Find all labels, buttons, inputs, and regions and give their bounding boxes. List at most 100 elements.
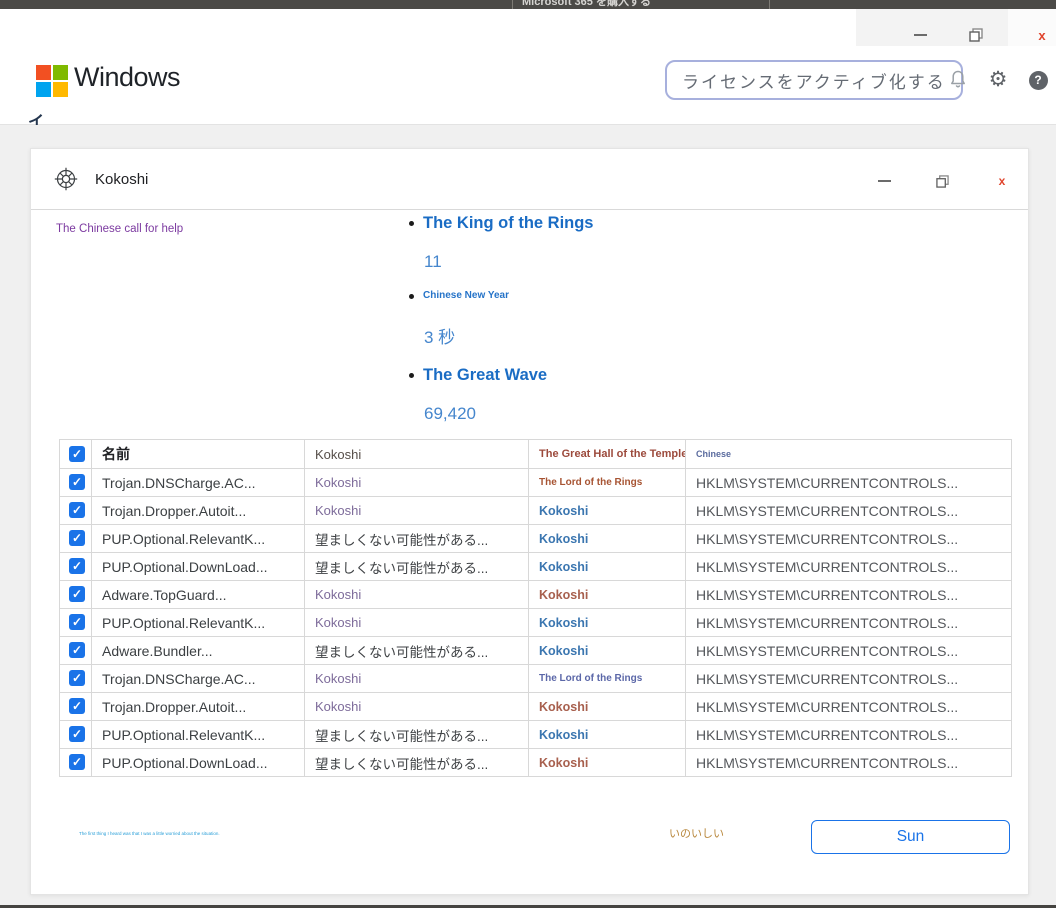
dialog-header: Kokoshi x [31, 149, 1028, 210]
settings-button[interactable]: ⚙ [986, 67, 1010, 91]
registry-path-cell: HKLM\SYSTEM\CURRENTCONTROLS... [686, 469, 1012, 497]
detail-link-cell[interactable]: Kokoshi [529, 637, 686, 665]
help-button[interactable]: ? [1026, 68, 1050, 92]
detail-link-cell[interactable]: Kokoshi [529, 749, 686, 777]
logo-square-yellow [53, 82, 68, 97]
category-cell[interactable]: Kokoshi [305, 497, 529, 525]
threat-name-cell: PUP.Optional.RelevantK... [92, 721, 305, 749]
table-row: ✓Trojan.DNSCharge.AC...KokoshiThe Lord o… [60, 665, 1012, 693]
logo-square-red [36, 65, 51, 80]
row-checkbox[interactable]: ✓ [69, 726, 85, 742]
detail-link-cell[interactable]: Kokoshi [529, 497, 686, 525]
registry-path-cell: HKLM\SYSTEM\CURRENTCONTROLS... [686, 553, 1012, 581]
category-cell[interactable]: Kokoshi [305, 693, 529, 721]
gear-icon: ⚙ [989, 69, 1008, 90]
window-minimize-button[interactable] [907, 23, 933, 47]
table-row: ✓Adware.TopGuard...KokoshiKokoshiHKLM\SY… [60, 581, 1012, 609]
logo-square-blue [36, 82, 51, 97]
dialog-minimize-button[interactable] [871, 169, 897, 193]
close-icon: x [999, 175, 1006, 187]
dialog-title: Kokoshi [95, 171, 148, 188]
notifications-button[interactable] [946, 67, 970, 91]
detail-link-cell[interactable]: Kokoshi [529, 609, 686, 637]
minimize-icon [878, 180, 891, 182]
registry-path-cell: HKLM\SYSTEM\CURRENTCONTROLS... [686, 637, 1012, 665]
threat-name-cell: Trojan.Dropper.Autoit... [92, 693, 305, 721]
detail-link-cell[interactable]: Kokoshi [529, 553, 686, 581]
select-all-checkbox[interactable]: ✓ [69, 446, 85, 462]
stat-item: Chinese New Year 3 秒 [409, 289, 594, 365]
bell-icon [948, 69, 968, 89]
row-checkbox[interactable]: ✓ [69, 502, 85, 518]
stat-label-link[interactable]: The Great Wave [423, 365, 547, 385]
category-cell[interactable]: Kokoshi [305, 609, 529, 637]
activate-license-button[interactable]: ライセンスをアクティブ化する [665, 60, 963, 100]
stat-label-link[interactable]: Chinese New Year [423, 289, 509, 303]
registry-path-cell: HKLM\SYSTEM\CURRENTCONTROLS... [686, 665, 1012, 693]
table-row: ✓PUP.Optional.RelevantK...望ましくない可能性がある..… [60, 525, 1012, 553]
category-cell: 望ましくない可能性がある... [305, 553, 529, 581]
detail-link-cell[interactable]: Kokoshi [529, 525, 686, 553]
detail-link-cell[interactable]: Kokoshi [529, 693, 686, 721]
help-icon: ? [1029, 71, 1048, 90]
stat-value: 3 秒 [409, 327, 594, 365]
threat-name-cell: PUP.Optional.DownLoad... [92, 553, 305, 581]
window-restore-button[interactable] [963, 23, 989, 47]
stat-item: The Great Wave 69,420 [409, 365, 594, 441]
scan-stats-list: The King of the Rings 11Chinese New Year 3… [409, 213, 594, 441]
sun-button[interactable]: Sun [811, 820, 1010, 854]
dialog-close-button[interactable]: x [989, 169, 1015, 193]
row-checkbox[interactable]: ✓ [69, 754, 85, 770]
row-checkbox[interactable]: ✓ [69, 670, 85, 686]
category-cell: 望ましくない可能性がある... [305, 525, 529, 553]
column-header-name: 名前 [92, 440, 305, 469]
row-checkbox[interactable]: ✓ [69, 558, 85, 574]
threat-name-cell: Trojan.Dropper.Autoit... [92, 497, 305, 525]
category-cell[interactable]: Kokoshi [305, 665, 529, 693]
help-link[interactable]: The Chinese call for help [56, 223, 183, 235]
kokoshi-dialog: Kokoshi x The Chinese call for help The … [30, 148, 1029, 895]
registry-path-cell: HKLM\SYSTEM\CURRENTCONTROLS... [686, 749, 1012, 777]
category-cell[interactable]: Kokoshi [305, 469, 529, 497]
row-checkbox[interactable]: ✓ [69, 698, 85, 714]
row-checkbox[interactable]: ✓ [69, 586, 85, 602]
ms365-tab-fragment: Microsoft 365 を購入する [522, 0, 651, 9]
registry-path-cell: HKLM\SYSTEM\CURRENTCONTROLS... [686, 609, 1012, 637]
stat-value: 11 [409, 251, 594, 289]
row-checkbox[interactable]: ✓ [69, 614, 85, 630]
category-cell: 望ましくない可能性がある... [305, 637, 529, 665]
registry-path-cell: HKLM\SYSTEM\CURRENTCONTROLS... [686, 581, 1012, 609]
category-cell[interactable]: Kokoshi [305, 581, 529, 609]
tab-separator [769, 0, 770, 9]
row-checkbox[interactable]: ✓ [69, 642, 85, 658]
app-window: Microsoft 365 を購入する x Windows イ ライセンスをアク… [0, 0, 1056, 908]
column-header-temple: The Great Hall of the Temple [529, 440, 686, 469]
row-checkbox[interactable]: ✓ [69, 474, 85, 490]
table-row: ✓ PUP.Optional.DownLoad...望ましくない可能性がある...… [60, 553, 1012, 581]
window-close-button[interactable]: x [1029, 23, 1055, 47]
results-table-wrap: ✓ 名前 Kokoshi The Great Hall of the Templ… [59, 439, 1011, 777]
category-cell: 望ましくない可能性がある... [305, 749, 529, 777]
detail-link-cell[interactable]: The Lord of the Rings [529, 665, 686, 693]
row-checkbox[interactable]: ✓ [69, 530, 85, 546]
threat-name-cell: PUP.Optional.RelevantK... [92, 609, 305, 637]
detail-link-cell[interactable]: Kokoshi [529, 581, 686, 609]
restore-icon [936, 175, 949, 188]
detail-link-cell[interactable]: The Lord of the Rings [529, 469, 686, 497]
column-header-kokoshi: Kokoshi [305, 440, 529, 469]
table-row: ✓Adware.Bundler...望ましくない可能性がある...Kokoshi… [60, 637, 1012, 665]
stat-label-link[interactable]: The King of the Rings [423, 213, 594, 233]
stat-value: 69,420 [409, 403, 594, 441]
results-table: ✓ 名前 Kokoshi The Great Hall of the Templ… [59, 439, 1012, 777]
minimize-icon [914, 34, 927, 36]
threat-name-cell: Adware.TopGuard... [92, 581, 305, 609]
table-row: ✓PUP.Optional.RelevantK...KokoshiKokoshi… [60, 609, 1012, 637]
registry-path-cell: HKLM\SYSTEM\CURRENTCONTROLS... [686, 525, 1012, 553]
brand-title: Windows [74, 62, 180, 93]
stat-item: The King of the Rings 11 [409, 213, 594, 289]
table-row: ✓ PUP.Optional.DownLoad...望ましくない可能性がある...… [60, 749, 1012, 777]
detail-link-cell[interactable]: Kokoshi [529, 721, 686, 749]
registry-path-cell: HKLM\SYSTEM\CURRENTCONTROLS... [686, 721, 1012, 749]
threat-name-cell: PUP.Optional.DownLoad... [92, 749, 305, 777]
dialog-restore-button[interactable] [929, 169, 955, 193]
